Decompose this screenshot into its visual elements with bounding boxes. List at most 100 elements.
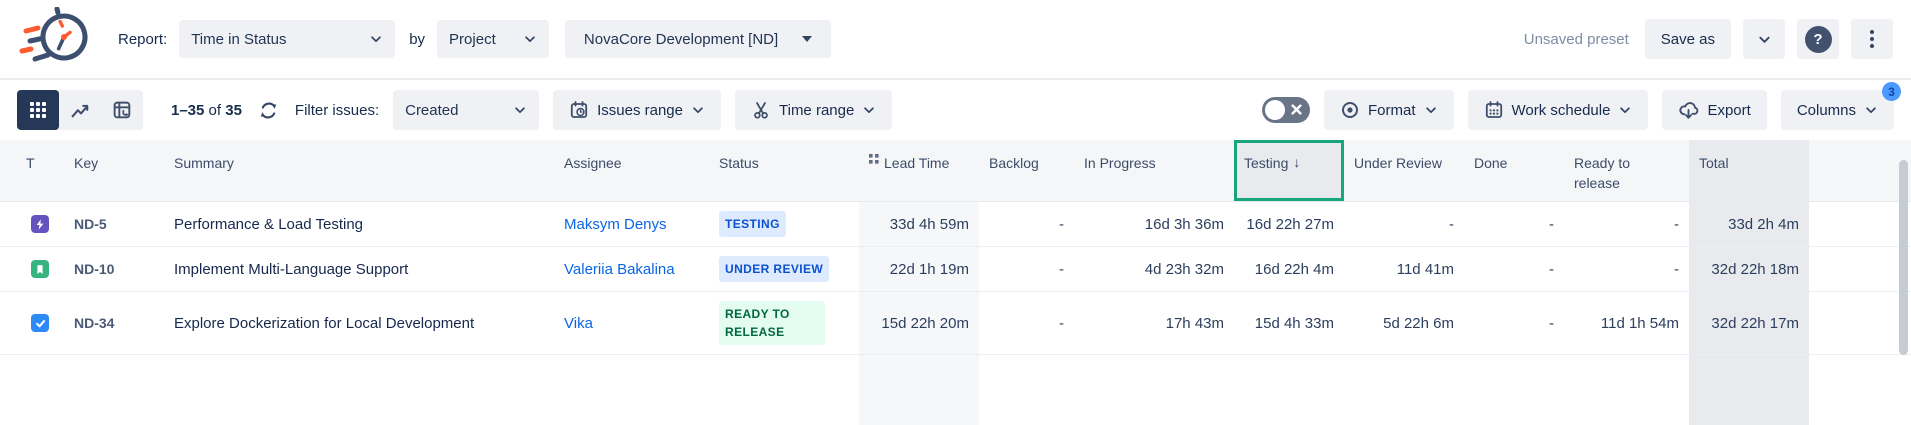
cell-type [16, 247, 64, 291]
help-icon: ? [1805, 26, 1832, 53]
column-header-testing[interactable]: Testing↓ [1234, 140, 1344, 201]
cell-status: TESTING [709, 202, 859, 246]
cell-summary: Performance & Load Testing [164, 202, 554, 246]
column-header-label: Assignee [564, 154, 622, 174]
chevron-down-icon [1864, 103, 1878, 117]
top-bar: Report: Time in Status by Project NovaCo… [0, 0, 1911, 80]
cell-lead_time: 22d 1h 19m [859, 247, 979, 291]
filter-field-select[interactable]: Created [393, 90, 539, 130]
work-schedule-label: Work schedule [1512, 102, 1611, 119]
table-body: ND-5Performance & Load TestingMaksym Den… [0, 202, 1911, 355]
status-badge: TESTING [719, 211, 786, 237]
cell-assignee: Valeriia Bakalina [554, 247, 709, 291]
group-by-select[interactable]: Project [437, 20, 549, 58]
cell-status-empty [709, 355, 859, 425]
column-header-label: Key [74, 154, 98, 174]
save-as-button[interactable]: Save as [1645, 19, 1731, 59]
pagination: 1–35 of 35 [171, 102, 242, 119]
column-header-ready_to_release[interactable]: Ready to release [1564, 140, 1689, 201]
column-header-status[interactable]: Status [709, 140, 859, 201]
columns-button[interactable]: Columns [1781, 90, 1894, 130]
column-header-under_review[interactable]: Under Review [1344, 140, 1464, 201]
cell-done: - [1464, 247, 1564, 291]
column-header-total[interactable]: Total [1689, 140, 1809, 201]
app-logo-stopwatch-icon [18, 7, 92, 71]
kebab-menu-icon [1870, 30, 1874, 48]
chevron-down-icon [862, 103, 876, 117]
multicycle-toggle[interactable] [1262, 97, 1310, 123]
time-range-button[interactable]: Time range [735, 90, 892, 130]
column-header-key[interactable]: Key [64, 140, 164, 201]
calendar-icon [1484, 100, 1504, 120]
cell-key: ND-34 [64, 292, 164, 354]
pivot-view-button[interactable] [101, 90, 143, 130]
table-row-ND-5: ND-5Performance & Load TestingMaksym Den… [0, 202, 1911, 247]
table-view-button[interactable] [17, 90, 59, 130]
export-button[interactable]: Export [1662, 90, 1766, 130]
partial-next-row [0, 355, 1911, 425]
grid-view-icon [30, 102, 46, 118]
columns-count-badge: 3 [1882, 82, 1901, 101]
column-header-in_progress[interactable]: In Progress [1074, 140, 1234, 201]
report-type-select[interactable]: Time in Status [179, 20, 395, 58]
story-issue-type-icon [31, 260, 49, 278]
cell-testing: 16d 22h 4m [1234, 247, 1344, 291]
table-row-ND-10: ND-10Implement Multi-Language Support Val… [0, 247, 1911, 292]
column-header-type[interactable]: T [16, 140, 64, 201]
cell-in_progress: 17h 43m [1074, 292, 1234, 354]
column-header-done[interactable]: Done [1464, 140, 1564, 201]
save-as-dropdown-button[interactable] [1743, 19, 1785, 59]
cell-status: READY TO RELEASE [709, 292, 859, 354]
columns-label: Columns [1797, 102, 1856, 119]
cell-lead_time: 33d 4h 59m [859, 202, 979, 246]
assignee-link[interactable]: Vika [564, 315, 593, 332]
report-label: Report: [118, 31, 167, 48]
cell-lead_time: 15d 22h 20m [859, 292, 979, 354]
project-select[interactable]: NovaCore Development [ND] [565, 20, 831, 58]
cell-total: 32d 22h 17m [1689, 292, 1809, 354]
table-header-row: T Key Summary Assignee Status Lead TimeBacklo… [0, 140, 1911, 202]
columns-control: Columns 3 [1781, 90, 1894, 130]
cell-testing: 16d 22h 27m [1234, 202, 1344, 246]
work-schedule-button[interactable]: Work schedule [1468, 90, 1649, 130]
cell-summary: Implement Multi-Language Support [164, 247, 554, 291]
issues-range-button[interactable]: Issues range [553, 90, 721, 130]
filter-issues-label: Filter issues: [295, 102, 379, 119]
refresh-button[interactable] [256, 98, 281, 123]
drag-handle-icon [869, 154, 879, 164]
filter-field-value: Created [405, 102, 458, 119]
assignee-link[interactable]: Valeriia Bakalina [564, 261, 675, 278]
pagination-of: of [209, 102, 222, 119]
column-header-label: Testing [1244, 154, 1288, 174]
format-button[interactable]: Format [1324, 90, 1454, 130]
column-header-summary[interactable]: Summary [164, 140, 554, 201]
column-header-label: T [26, 154, 35, 174]
vertical-scrollbar[interactable] [1899, 146, 1909, 418]
table-row-ND-34: ND-34Explore Dockerization for Local Dev… [0, 292, 1911, 355]
column-header-label: Status [719, 154, 759, 174]
cell-summary-empty [164, 355, 554, 425]
scrollbar-thumb[interactable] [1899, 160, 1908, 355]
cell-done: - [1464, 292, 1564, 354]
chevron-down-icon [1618, 103, 1632, 117]
cell-total: 32d 22h 18m [1689, 247, 1809, 291]
assignee-link[interactable]: Maksym Denys [564, 216, 667, 233]
cell-key: ND-10 [64, 247, 164, 291]
cell-under_review: 11d 41m [1344, 247, 1464, 291]
column-header-label: Total [1699, 154, 1729, 174]
chart-view-button[interactable] [59, 90, 101, 130]
column-header-assignee[interactable]: Assignee [554, 140, 709, 201]
column-header-lead_time[interactable]: Lead Time [859, 140, 979, 201]
cell-lead_time-empty [859, 355, 979, 425]
column-header-backlog[interactable]: Backlog [979, 140, 1074, 201]
more-options-button[interactable] [1851, 19, 1893, 59]
toggle-off-x-icon [1291, 104, 1302, 115]
chevron-down-icon [1757, 32, 1772, 47]
pivot-table-icon [112, 100, 133, 121]
cell-key-empty [64, 355, 164, 425]
cell-assignee-empty [554, 355, 709, 425]
export-label: Export [1707, 102, 1750, 119]
export-cloud-icon [1678, 100, 1699, 121]
help-button[interactable]: ? [1797, 19, 1839, 59]
column-header-label: Summary [174, 154, 234, 174]
